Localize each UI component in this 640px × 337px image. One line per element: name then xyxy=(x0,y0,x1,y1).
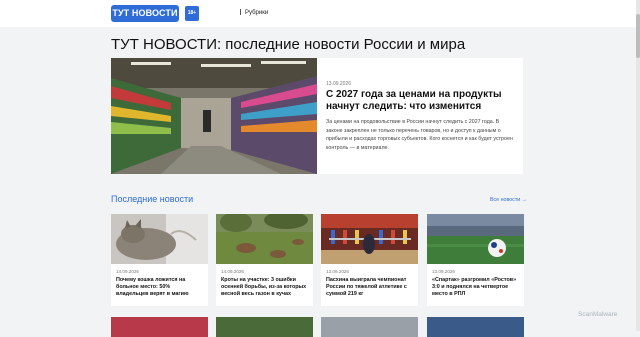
news-card[interactable]: 13.09.2026 Пасхина выиграла чемпионат Ро… xyxy=(321,214,418,306)
hero-image-supermarket[interactable] xyxy=(111,58,317,174)
news-card-image-partial[interactable] xyxy=(216,317,313,337)
news-card[interactable]: 14.09.2026 Почему кошка ложится на больн… xyxy=(111,214,208,306)
hero-article[interactable]: 13.09.2026 С 2027 года за ценами на прод… xyxy=(111,58,523,174)
news-card[interactable]: 14.09.2026 Кроты на участке: 3 ошибки ос… xyxy=(216,214,313,306)
card-date: 13.09.2026 xyxy=(326,269,349,274)
card-image-football[interactable] xyxy=(427,214,524,264)
site-logo[interactable]: ТУТ НОВОСТИ xyxy=(111,5,179,22)
site-header: ТУТ НОВОСТИ 18+ Рубрики xyxy=(0,0,640,27)
hero-headline[interactable]: С 2027 года за ценами на продукты начнут… xyxy=(326,89,516,113)
card-image-cat[interactable] xyxy=(111,214,208,264)
hero-date: 13.09.2026 xyxy=(326,81,352,87)
card-image-weightlifting[interactable] xyxy=(321,214,418,264)
all-news-link[interactable]: Все новости → xyxy=(490,197,527,203)
card-date: 14.09.2026 xyxy=(221,269,244,274)
news-card-image-partial[interactable] xyxy=(427,317,524,337)
watermark-text: ScanMalware xyxy=(578,311,618,318)
news-card[interactable]: 13.09.2026 «Спартак» разгромил «Ростов» … xyxy=(427,214,524,306)
latest-news-title[interactable]: Последние новости xyxy=(111,194,193,204)
hero-lead: За ценами на продовольствие в России нач… xyxy=(326,119,513,151)
card-headline[interactable]: Почему кошка ложится на больное место: 5… xyxy=(116,277,204,298)
news-card-image-partial[interactable] xyxy=(321,317,418,337)
age-rating-badge: 18+ xyxy=(185,6,199,21)
rubrics-label: Рубрики xyxy=(245,10,269,16)
rubrics-menu-button[interactable]: Рубрики xyxy=(240,9,268,16)
menu-icon xyxy=(240,9,243,15)
card-image-lawn[interactable] xyxy=(216,214,313,264)
scrollbar-thumb[interactable] xyxy=(636,14,640,58)
card-date: 13.09.2026 xyxy=(432,269,455,274)
card-headline[interactable]: Кроты на участке: 3 ошибки осенней борьб… xyxy=(221,277,309,298)
card-headline[interactable]: Пасхина выиграла чемпионат России по тяж… xyxy=(326,277,414,298)
card-date: 14.09.2026 xyxy=(116,269,139,274)
page-title: ТУТ НОВОСТИ: последние новости России и … xyxy=(111,36,466,53)
card-headline[interactable]: «Спартак» разгромил «Ростов» 3:0 и подня… xyxy=(432,277,520,298)
news-card-image-partial[interactable] xyxy=(111,317,208,337)
